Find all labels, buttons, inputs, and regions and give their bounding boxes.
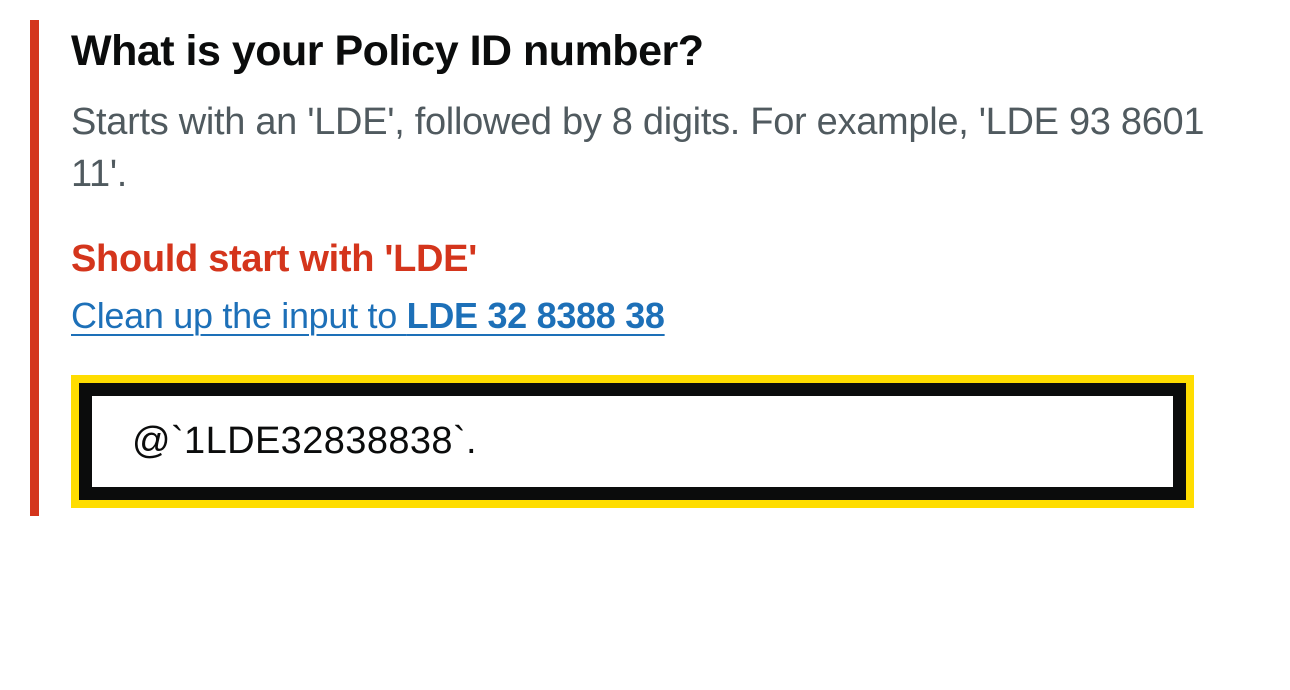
policy-id-legend: What is your Policy ID number?	[71, 28, 1260, 75]
suggestion-prefix: Clean up the input to	[71, 295, 407, 336]
cleanup-suggestion-link[interactable]: Clean up the input to LDE 32 8388 38	[71, 295, 665, 337]
policy-id-hint: Starts with an 'LDE', followed by 8 digi…	[71, 97, 1260, 200]
policy-id-error: Should start with 'LDE'	[71, 238, 1260, 281]
policy-id-input[interactable]	[79, 383, 1186, 500]
suggestion-value: LDE 32 8388 38	[407, 295, 665, 336]
policy-id-form-group: What is your Policy ID number? Starts wi…	[30, 20, 1260, 516]
policy-id-input-focus-ring	[71, 375, 1194, 508]
